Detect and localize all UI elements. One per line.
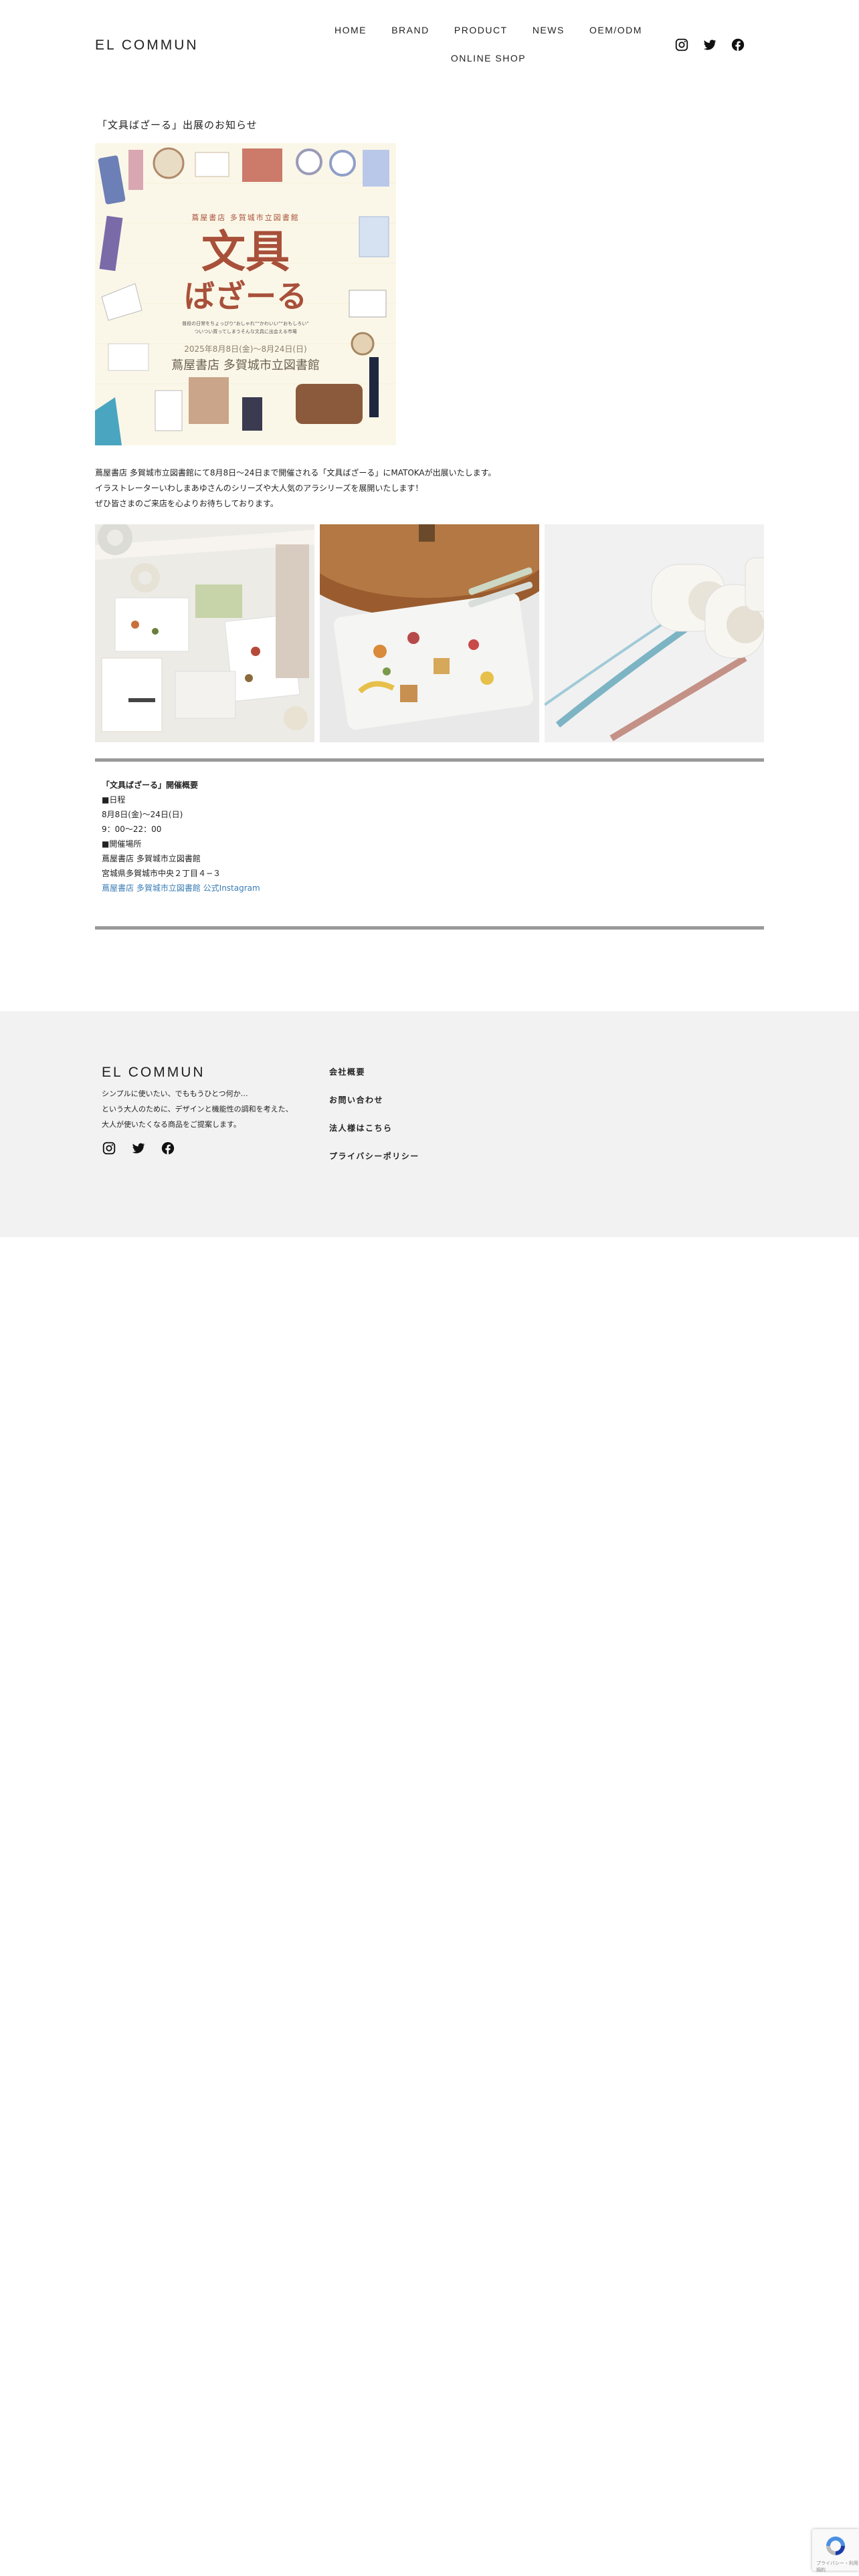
poster-tagline-1: 普段の日常をちょっぴり“おしゃれ”“かわいい”“おもしろい”: [182, 320, 309, 326]
nav-brand[interactable]: BRAND: [391, 25, 430, 35]
event-poster-image: 蔦屋書店 多賀城市立図書館 文具 ばざーる 普段の日常をちょっぴり“おしゃれ”“…: [95, 143, 396, 445]
intro-line: ぜひ皆さまのご来店を心よりお待ちしております。: [95, 499, 278, 508]
footer-link-contact[interactable]: お問い合わせ: [329, 1094, 419, 1105]
footer-links: 会社概要 お問い合わせ 法人様はこちら プライバシーポリシー: [329, 1066, 419, 1178]
nav-news[interactable]: NEWS: [533, 25, 565, 35]
product-photo-washi-tape: [95, 524, 314, 742]
place-name: 蔦屋書店 多賀城市立図書館: [102, 854, 201, 863]
article-title: 「文具ばざーる」出展のお知らせ: [97, 119, 258, 131]
product-photo-pouch: [320, 524, 539, 742]
footer-desc-line: 大人が使いたくなる商品をご提案します。: [102, 1120, 241, 1129]
nav-oem-odm[interactable]: OEM/ODM: [589, 25, 642, 35]
footer-desc-line: という大人のために、デザインと機能性の調和を考えた、: [102, 1105, 293, 1113]
intro-line: 蔦屋書店 多賀城市立図書館にて8月8日〜24日まで開催される「文具ばざーる」にM…: [95, 468, 496, 477]
nav-online-shop[interactable]: ONLINE SHOP: [451, 53, 526, 64]
poster-dates: 2025年8月8日(金)〜8月24日(日): [184, 344, 306, 354]
nav-home[interactable]: HOME: [335, 25, 367, 35]
footer-link-privacy[interactable]: プライバシーポリシー: [329, 1150, 419, 1162]
product-photo-tape-dispenser: [545, 524, 764, 742]
footer-link-corporate[interactable]: 法人様はこちら: [329, 1122, 419, 1134]
twitter-icon[interactable]: [131, 1141, 146, 1156]
twitter-icon[interactable]: [702, 37, 717, 52]
date-value: 8月8日(金)〜24日(日): [102, 810, 183, 819]
venue-link[interactable]: 蔦屋書店 多賀城市立図書館: [102, 883, 201, 893]
time-value: 9：00〜22：00: [102, 825, 162, 834]
site-logo[interactable]: EL COMMUN: [95, 37, 199, 53]
intro-line: イラストレーターいわしまあゆさんのシリーズや大人気のアラシリーズを展開いたします…: [95, 484, 423, 493]
poster-venue: 蔦屋書店 多賀城市立図書館: [171, 358, 320, 372]
poster-heading-1: 文具: [201, 226, 290, 278]
facebook-icon[interactable]: [731, 37, 745, 52]
info-links: 蔦屋書店 多賀城市立図書館 公式Instagram: [102, 881, 757, 895]
footer-link-company[interactable]: 会社概要: [329, 1066, 419, 1077]
summary-heading: 「文具ばざーる」開催概要: [102, 780, 199, 790]
footer-social: [102, 1141, 175, 1156]
event-summary-box: 「文具ばざーる」開催概要 ■日程 8月8日(金)〜24日(日) 9：00〜22：…: [95, 758, 764, 930]
instagram-icon[interactable]: [102, 1141, 116, 1156]
instagram-icon[interactable]: [674, 37, 689, 52]
poster-label: 蔦屋書店 多賀城市立図書館: [191, 213, 300, 222]
header-social: [674, 37, 745, 52]
main-nav-row2: ONLINE SHOP: [335, 53, 642, 64]
site-footer: EL COMMUN シンプルに使いたい、でももうひとつ何か… という大人のために…: [0, 1011, 859, 1237]
article-intro: 蔦屋書店 多賀城市立図書館にて8月8日〜24日まで開催される「文具ばざーる」にM…: [95, 465, 496, 512]
place-label: ■開催場所: [102, 839, 142, 849]
facebook-icon[interactable]: [161, 1141, 175, 1156]
footer-description: シンプルに使いたい、でももうひとつ何か… という大人のために、デザインと機能性の…: [102, 1086, 293, 1132]
recaptcha-icon: [826, 2537, 845, 2555]
recaptcha-text[interactable]: プライバシー・利用規約: [816, 2560, 859, 2573]
instagram-link[interactable]: 公式Instagram: [203, 883, 260, 893]
poster-tagline-2: ついつい買ってしまうそんな文具に出会える市場: [194, 328, 296, 334]
address: 宮城県多賀城市中央２丁目４−３: [102, 869, 221, 878]
poster-heading-2: ばざーる: [184, 278, 307, 314]
footer-desc-line: シンプルに使いたい、でももうひとつ何か…: [102, 1089, 248, 1098]
recaptcha-badge[interactable]: プライバシー・利用規約: [812, 2529, 859, 2573]
footer-logo[interactable]: EL COMMUN: [102, 1065, 205, 1081]
main-nav: HOME BRAND PRODUCT NEWS OEM/ODM: [335, 25, 642, 35]
product-gallery: [95, 524, 764, 742]
date-label: ■日程: [102, 795, 126, 804]
nav-product[interactable]: PRODUCT: [454, 25, 508, 35]
